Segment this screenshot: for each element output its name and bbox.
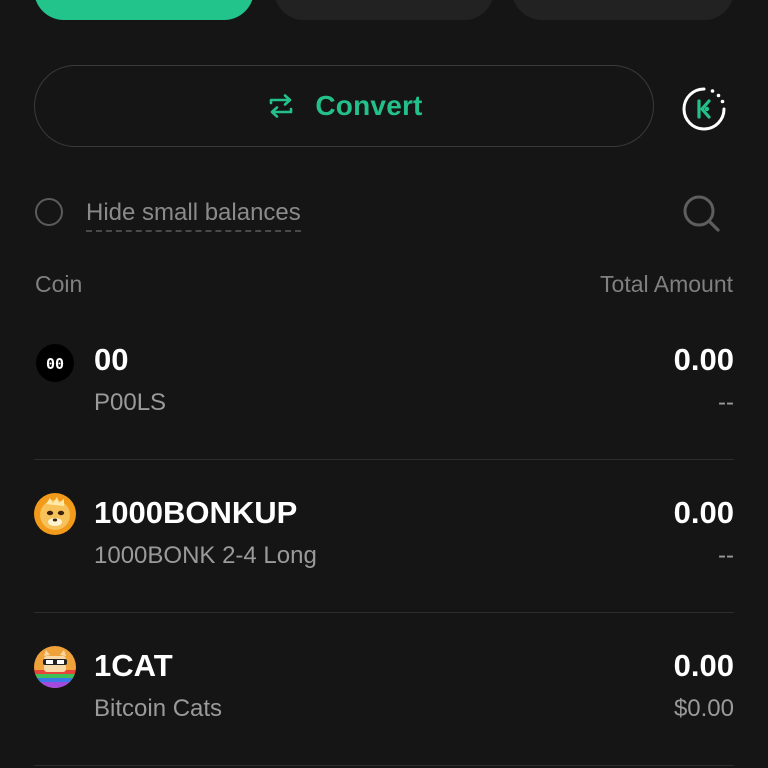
tab-tertiary[interactable] xyxy=(512,0,734,20)
hide-small-balances-radio[interactable] xyxy=(35,198,63,226)
bonk-logo-icon xyxy=(34,493,76,535)
convert-button[interactable]: Convert xyxy=(34,65,654,147)
convert-label: Convert xyxy=(315,90,423,121)
coin-value: $0.00 xyxy=(673,695,734,722)
coin-symbol: 1CAT xyxy=(94,648,173,683)
tab-primary[interactable] xyxy=(34,0,254,20)
column-header-total-amount: Total Amount xyxy=(600,271,733,297)
hide-small-balances-label[interactable]: Hide small balances xyxy=(86,198,301,232)
coin-amount: 0.00 xyxy=(673,342,734,377)
row-divider xyxy=(34,612,734,613)
tab-secondary[interactable] xyxy=(274,0,494,20)
coin-name: P00LS xyxy=(94,389,167,416)
row-divider xyxy=(34,459,734,460)
coin-name: 1000BONK 2-4 Long xyxy=(94,542,317,569)
swap-arrows-icon xyxy=(270,94,293,118)
column-header-coin: Coin xyxy=(35,271,83,297)
pools-logo-text: 00 xyxy=(46,355,64,373)
coin-row[interactable]: 00 00 P00LS 0.00 -- xyxy=(34,308,734,460)
coin-name: Bitcoin Cats xyxy=(94,695,223,722)
coin-row[interactable]: 1CAT Bitcoin Cats 0.00 $0.00 xyxy=(34,614,734,766)
row-divider xyxy=(34,765,734,766)
coin-value: -- xyxy=(718,389,734,416)
assets-screen: Convert Hide small balances Coin Total A… xyxy=(0,0,768,768)
pools-logo-icon: 00 xyxy=(36,344,74,382)
search-icon[interactable] xyxy=(680,192,722,234)
coin-symbol: 1000BONKUP xyxy=(94,495,298,530)
coin-value: -- xyxy=(718,542,734,569)
coin-amount: 0.00 xyxy=(673,495,734,530)
kucoin-history-icon[interactable] xyxy=(680,85,728,133)
coin-row[interactable]: 1000BONKUP 1000BONK 2-4 Long 0.00 -- xyxy=(34,461,734,613)
bitcoin-cats-logo-icon xyxy=(34,646,76,688)
coin-amount: 0.00 xyxy=(673,648,734,683)
coin-symbol: 00 xyxy=(94,342,129,377)
